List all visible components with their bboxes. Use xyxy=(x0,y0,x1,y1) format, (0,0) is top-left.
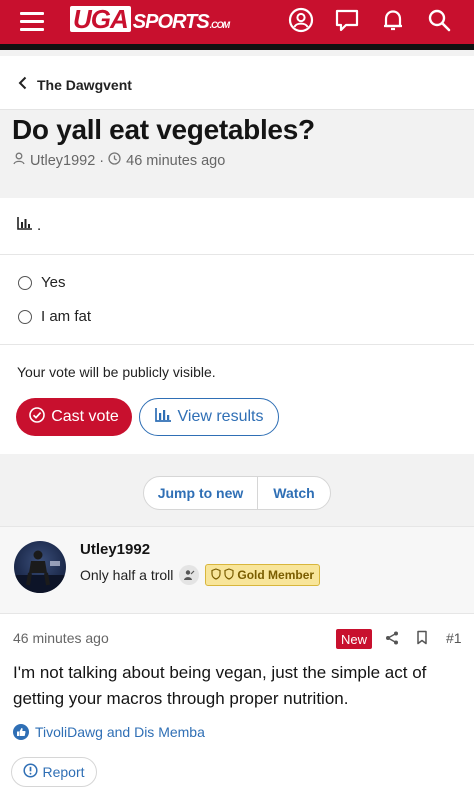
new-badge: New xyxy=(336,629,373,649)
post: 46 minutes ago New #1 I'm not talking ab… xyxy=(0,614,474,796)
bar-chart-icon xyxy=(154,407,172,427)
post-author-block: Utley1992 Only half a troll Gold Member xyxy=(0,526,474,614)
account-icon[interactable] xyxy=(286,6,316,34)
divider xyxy=(0,344,474,345)
top-navigation-bar: UGA SPORTS .COM xyxy=(0,0,474,50)
reactions-text: TivoliDawg and Dis Memba xyxy=(35,724,205,740)
poll-option-label: Yes xyxy=(41,274,66,291)
avatar[interactable] xyxy=(14,541,66,593)
jump-to-new-button[interactable]: Jump to new xyxy=(144,477,258,509)
thread-header: Do yall eat vegetables? Utley1992 · 46 m… xyxy=(0,110,474,198)
post-body: I'm not talking about being vegan, just … xyxy=(13,663,427,708)
logo-uga-text: UGA xyxy=(70,6,131,32)
clock-icon xyxy=(108,152,121,169)
shield-icon xyxy=(211,567,221,583)
user-icon xyxy=(13,152,25,169)
cast-vote-button[interactable]: Cast vote xyxy=(16,398,132,436)
poll-option-yes[interactable]: Yes xyxy=(18,274,65,291)
thread-time[interactable]: 46 minutes ago xyxy=(126,153,225,169)
messages-icon[interactable] xyxy=(332,6,362,34)
post-reactions[interactable]: TivoliDawg and Dis Memba xyxy=(13,724,205,740)
thread-meta: Utley1992 · 46 minutes ago xyxy=(13,152,225,169)
thread-actions-group: Jump to new Watch xyxy=(143,476,331,510)
alerts-icon[interactable] xyxy=(378,6,408,34)
user-role-icon xyxy=(179,565,200,585)
logo-com-text: .COM xyxy=(209,20,230,30)
gold-member-label: Gold Member xyxy=(237,568,315,582)
thread-author[interactable]: Utley1992 xyxy=(30,153,95,169)
chevron-left-icon xyxy=(18,76,27,93)
logo-sports-text: SPORTS xyxy=(132,11,210,33)
gold-member-badge: Gold Member xyxy=(205,564,321,586)
meta-separator: · xyxy=(99,152,105,169)
page-title: Do yall eat vegetables? xyxy=(12,114,315,145)
menu-icon[interactable] xyxy=(20,12,44,32)
breadcrumb-label: The Dawgvent xyxy=(37,76,132,93)
post-number[interactable]: #1 xyxy=(446,630,462,646)
alert-circle-icon xyxy=(23,763,39,781)
search-icon[interactable] xyxy=(424,6,454,34)
poll-option-label: I am fat xyxy=(41,308,92,325)
vote-visibility-notice: Your vote will be publicly visible. xyxy=(17,364,216,380)
bar-chart-icon xyxy=(17,216,33,234)
thread-actions-bar: Jump to new Watch xyxy=(0,454,474,526)
watch-button[interactable]: Watch xyxy=(258,477,330,509)
report-label: Report xyxy=(42,764,85,780)
breadcrumb-bar: The Dawgvent xyxy=(0,56,474,110)
post-time[interactable]: 46 minutes ago xyxy=(13,630,109,646)
poll-block: . Yes I am fat Your vote will be publicl… xyxy=(0,198,474,454)
post-author-name[interactable]: Utley1992 xyxy=(80,541,150,558)
radio-button[interactable] xyxy=(18,275,32,290)
view-results-label: View results xyxy=(177,408,264,425)
cast-vote-label: Cast vote xyxy=(51,408,119,425)
breadcrumb[interactable]: The Dawgvent xyxy=(18,76,132,93)
poll-option-i-am-fat[interactable]: I am fat xyxy=(18,308,91,325)
divider xyxy=(0,254,474,255)
poll-question-text: . xyxy=(37,216,42,234)
share-icon[interactable] xyxy=(384,630,400,651)
site-logo[interactable]: UGA SPORTS .COM xyxy=(70,6,230,33)
poll-question: . xyxy=(17,216,41,234)
user-title-text: Only half a troll xyxy=(80,567,174,583)
bookmark-icon[interactable] xyxy=(416,630,428,650)
view-results-button[interactable]: View results xyxy=(139,398,279,436)
like-icon xyxy=(13,724,29,740)
shield-icon xyxy=(224,567,234,583)
radio-button[interactable] xyxy=(18,309,32,324)
check-circle-icon xyxy=(29,406,46,428)
post-author-title: Only half a troll Gold Member xyxy=(80,564,321,586)
report-button[interactable]: Report xyxy=(11,757,97,787)
